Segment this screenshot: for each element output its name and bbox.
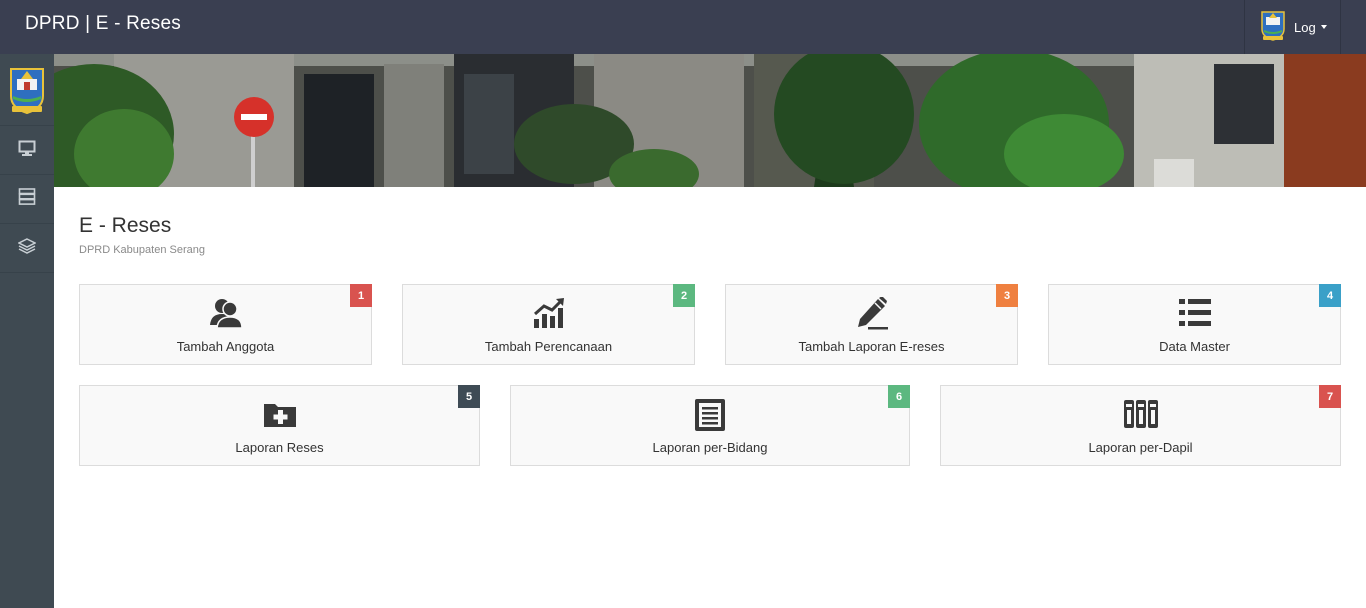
binders-icon: [1123, 398, 1159, 435]
tile-badge: 6: [888, 385, 910, 408]
chart-icon: [532, 297, 566, 334]
tile-label: Tambah Anggota: [176, 339, 275, 354]
tile-label: Tambah Perencanaan: [484, 339, 613, 354]
tile-label: Laporan Reses: [235, 440, 324, 455]
sidebar-logo[interactable]: [0, 54, 54, 126]
user-menu-label: Log: [1294, 19, 1316, 35]
tile-laporan-per-bidang[interactable]: Laporan per-Bidang 6: [510, 385, 910, 466]
folder-plus-icon: [263, 398, 297, 435]
tile-label: Data Master: [1159, 339, 1230, 354]
page-title: E - Reses: [79, 214, 172, 237]
banner-photo: [54, 54, 1366, 187]
layers-icon: [17, 237, 37, 259]
tile-tambah-perencanaan[interactable]: Tambah Perencanaan 2: [402, 284, 695, 365]
tile-badge: 7: [1319, 385, 1341, 408]
tile-tambah-anggota[interactable]: Tambah Anggota 1: [79, 284, 372, 365]
sidebar-item-layers[interactable]: [0, 224, 54, 273]
tile-label: Laporan per-Dapil: [1088, 440, 1193, 455]
tile-badge: 1: [350, 284, 372, 307]
sidebar-item-data[interactable]: [0, 175, 54, 224]
tile-laporan-per-dapil[interactable]: Laporan per-Dapil 7: [940, 385, 1341, 466]
page-subtitle: DPRD Kabupaten Serang: [79, 244, 205, 256]
tile-label: Laporan per-Bidang: [652, 440, 768, 455]
tile-badge: 5: [458, 385, 480, 408]
users-icon: [209, 297, 243, 334]
chevron-down-icon: [1320, 25, 1327, 29]
user-menu-toggle[interactable]: Log: [1244, 0, 1341, 54]
user-avatar-logo: [1260, 9, 1286, 46]
tile-badge: 2: [673, 284, 695, 307]
server-icon: [18, 188, 36, 210]
list-icon: [1178, 297, 1212, 334]
document-icon: [693, 398, 727, 437]
tile-label: Tambah Laporan E-reses: [798, 339, 945, 354]
tile-laporan-reses[interactable]: Laporan Reses 5: [79, 385, 480, 466]
tile-badge: 4: [1319, 284, 1341, 307]
pencil-icon: [854, 296, 890, 336]
app-title[interactable]: DPRD | E - Reses: [25, 13, 181, 35]
top-navbar: DPRD | E - Reses Log: [0, 0, 1366, 54]
sidebar-item-dashboard[interactable]: [0, 126, 54, 175]
sidebar: [0, 54, 54, 608]
tile-tambah-laporan-ereses[interactable]: Tambah Laporan E-reses 3: [725, 284, 1018, 365]
tile-data-master[interactable]: Data Master 4: [1048, 284, 1341, 365]
tile-badge: 3: [996, 284, 1018, 307]
monitor-icon: [18, 140, 36, 161]
